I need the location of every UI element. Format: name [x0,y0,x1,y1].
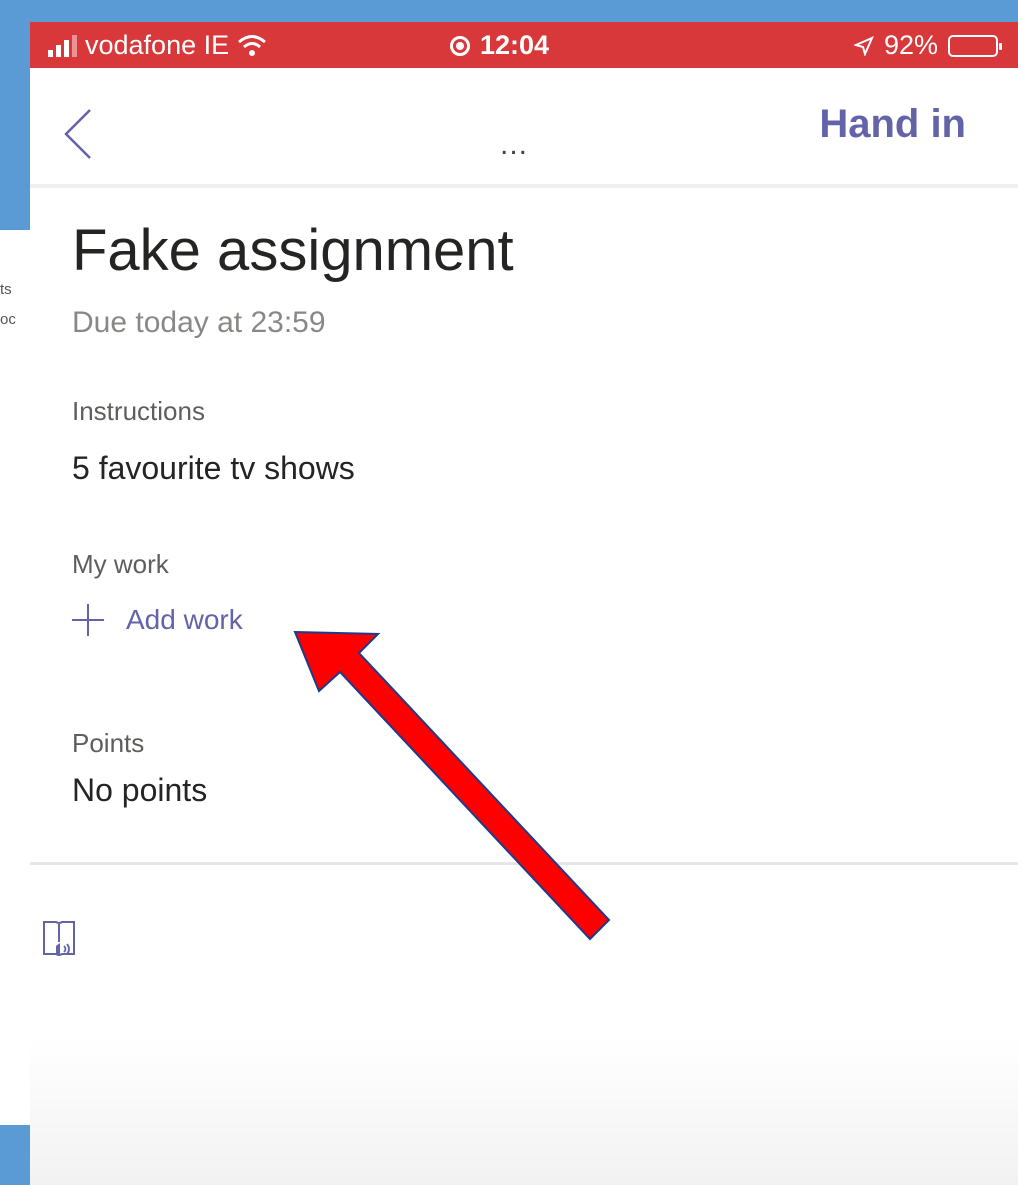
phone-screen: vodafone IE 12:04 92% ... Hand in Fake a… [30,22,1018,1185]
immersive-reader-icon[interactable] [42,918,76,960]
add-work-label: Add work [126,604,243,635]
points-value: No points [72,772,208,808]
points-label: Points [72,728,145,758]
instructions-text: 5 favourite tv shows [72,450,355,486]
battery-percent: 92% [883,30,938,60]
location-arrow-icon [853,35,874,56]
signal-icon [48,34,77,57]
battery-icon [948,34,1002,57]
add-work-button[interactable]: Add work [72,604,243,636]
plus-icon [72,604,104,636]
frame-top-border [0,0,1018,22]
status-bar-left: vodafone IE [48,30,267,61]
status-bar-center: 12:04 [450,30,549,61]
wifi-icon [238,34,267,56]
top-navigation-bar: ... Hand in [30,68,1018,188]
more-options-icon[interactable]: ... [500,128,528,162]
due-date: Due today at 23:59 [72,306,326,339]
frame-left-border [0,0,30,230]
hand-in-button[interactable]: Hand in [819,102,966,147]
status-bar-right: 92% [853,30,1002,61]
my-work-label: My work [72,549,169,579]
background-text-fragment: oc [0,311,16,328]
section-divider [30,862,1018,865]
status-bar: vodafone IE 12:04 92% [30,22,1018,68]
chevron-left-icon[interactable] [60,104,100,164]
screen-record-icon [450,35,470,56]
clock: 12:04 [480,30,550,60]
background-text-fragment: ts [0,281,12,298]
frame-left-border-bottom [0,1125,30,1185]
assignment-title: Fake assignment [72,218,514,283]
instructions-label: Instructions [72,396,205,426]
carrier-name: vodafone IE [85,30,230,60]
bottom-bar-area [30,1037,1018,1185]
